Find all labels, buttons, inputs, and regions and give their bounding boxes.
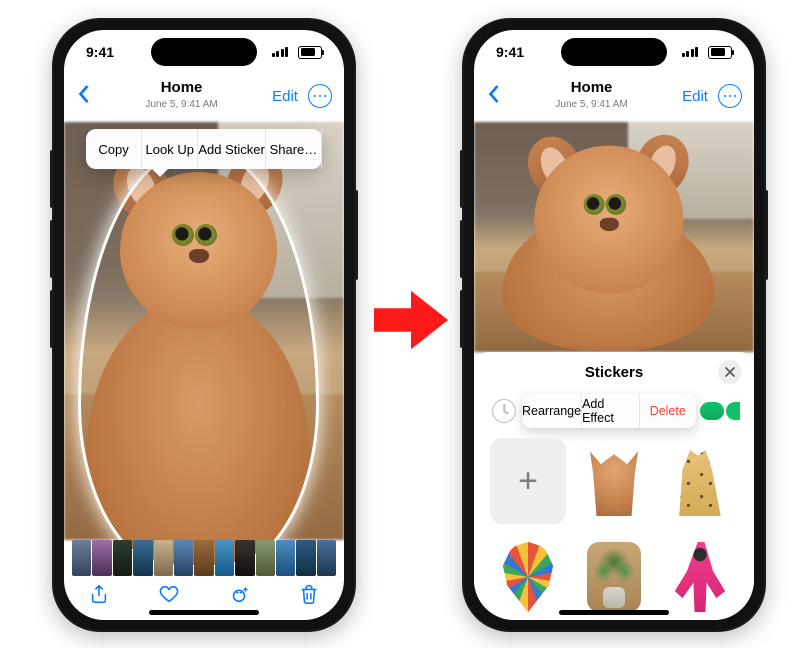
filmstrip-thumb[interactable] [235,540,254,576]
sticker-thumb [587,446,642,517]
iphone-right: 9:41 Home June 5, 9:41 AM Edit [462,18,766,632]
progression-arrow [372,280,450,360]
info-button[interactable] [228,583,250,610]
filmstrip-thumb[interactable] [133,540,152,576]
iphone-left: 9:41 Home June 5, 9:41 AM Edit [52,18,356,632]
sticker-plant[interactable] [576,534,652,620]
add-sticker-tile[interactable]: + [490,438,566,524]
nav-title: Home June 5, 9:41 AM [145,80,217,113]
subject-context-menu: Copy Look Up Add Sticker Share… [86,129,322,169]
edit-button[interactable]: Edit [272,88,298,105]
filmstrip-thumb[interactable] [194,540,213,576]
home-indicator [559,610,669,615]
cellular-icon [682,47,699,57]
memoji-app-icon[interactable] [700,402,724,420]
filmstrip-thumb[interactable] [215,540,234,576]
filmstrip-thumb[interactable] [154,540,173,576]
stickers-header: Stickers [474,352,754,392]
photo-subject-cat[interactable] [64,122,344,540]
plus-icon: + [518,462,538,501]
filmstrip-thumb[interactable] [174,540,193,576]
back-button[interactable] [486,84,501,109]
menu-delete[interactable]: Delete [640,394,696,428]
sticker-person[interactable] [662,534,738,620]
chevron-left-icon [486,84,501,104]
filmstrip-thumb[interactable] [276,540,295,576]
filmstrip-thumb[interactable] [317,540,336,576]
cellular-icon [272,47,289,57]
screen-left: 9:41 Home June 5, 9:41 AM Edit [64,30,344,620]
menu-copy[interactable]: Copy [86,129,142,169]
menu-lookup[interactable]: Look Up [142,129,198,169]
share-icon [88,583,110,605]
menu-add-sticker[interactable]: Add Sticker [198,129,265,169]
menu-share[interactable]: Share… [266,129,322,169]
stickers-toolbar: Rearrange Add Effect Delete [492,394,740,428]
back-button[interactable] [76,84,91,109]
share-button[interactable] [88,583,110,610]
sticker-cat[interactable] [576,438,652,524]
recents-icon[interactable] [492,399,516,423]
photo-filmstrip[interactable] [72,540,336,576]
ellipsis-icon [729,95,732,98]
photo-subject-cat [481,119,747,338]
sticker-thumb [501,542,556,613]
screen-right: 9:41 Home June 5, 9:41 AM Edit [474,30,754,620]
status-time: 9:41 [496,44,524,60]
dynamic-island [151,38,257,66]
filmstrip-thumb[interactable] [256,540,275,576]
filmstrip-thumb[interactable] [113,540,132,576]
ellipsis-icon [319,95,322,98]
home-indicator [149,610,259,615]
sticker-balloon[interactable] [490,534,566,620]
heart-icon [158,583,180,605]
close-button[interactable] [718,360,742,384]
trash-icon [298,583,320,605]
status-time: 9:41 [86,44,114,60]
close-icon [724,366,736,378]
edit-button[interactable]: Edit [682,88,708,105]
sparkle-pet-icon [228,583,250,605]
more-button[interactable] [308,84,332,108]
sticker-context-menu: Rearrange Add Effect Delete [522,394,696,428]
sticker-thumb [673,542,728,613]
nav-header: Home June 5, 9:41 AM Edit [64,74,344,118]
favorite-button[interactable] [158,583,180,610]
filmstrip-thumb[interactable] [92,540,111,576]
stickers-grid: + [490,438,738,612]
nav-header: Home June 5, 9:41 AM Edit [474,74,754,118]
photo-viewer[interactable] [474,122,754,352]
filmstrip-thumb[interactable] [296,540,315,576]
menu-add-effect[interactable]: Add Effect [582,394,639,428]
delete-button[interactable] [298,583,320,610]
stickers-title: Stickers [585,364,643,381]
sticker-thumb [587,542,642,613]
sticker-giraffe[interactable] [662,438,738,524]
filmstrip-thumb[interactable] [72,540,91,576]
more-button[interactable] [718,84,742,108]
battery-icon [298,46,322,59]
photo-viewer[interactable] [64,122,344,540]
nav-title: Home June 5, 9:41 AM [555,80,627,113]
battery-icon [708,46,732,59]
menu-rearrange[interactable]: Rearrange [522,394,582,428]
sticker-thumb [673,446,728,517]
dynamic-island [561,38,667,66]
stickers-panel: Stickers Rearrange Add Effect Delete [474,352,754,620]
chevron-left-icon [76,84,91,104]
emoji-app-icon[interactable] [726,402,740,420]
